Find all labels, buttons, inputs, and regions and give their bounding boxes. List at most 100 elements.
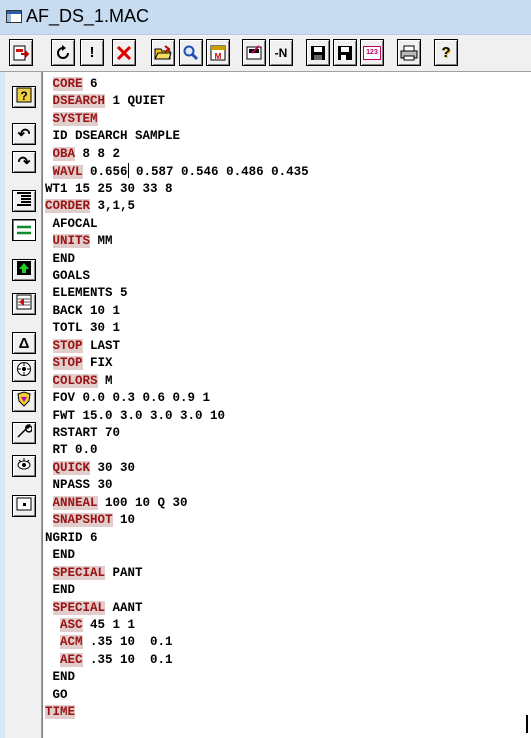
code-line[interactable]: COLORS M xyxy=(45,373,113,390)
view-button[interactable] xyxy=(12,455,36,477)
target-icon xyxy=(16,361,32,381)
code-line[interactable]: RT 0.0 xyxy=(45,442,98,459)
undo-button[interactable]: ↶ xyxy=(12,123,36,145)
code-line[interactable]: GO xyxy=(45,687,68,704)
code-line[interactable]: UNITS MM xyxy=(45,233,113,250)
code-line[interactable]: TIME xyxy=(45,704,76,721)
code-line[interactable]: ANNEAL 100 10 Q 30 xyxy=(45,495,188,512)
code-line[interactable]: STOP LAST xyxy=(45,338,120,355)
delta-button[interactable]: Δ xyxy=(12,332,36,354)
command-keyword: AEC xyxy=(60,652,83,667)
code-line[interactable]: GOALS xyxy=(45,268,91,285)
code-line[interactable]: ACM .35 10 0.1 xyxy=(45,634,173,651)
up-arrow-icon xyxy=(16,260,32,280)
save-button[interactable] xyxy=(306,39,330,66)
code-line[interactable]: WT1 15 25 30 33 8 xyxy=(45,181,173,198)
negate-button[interactable]: -N xyxy=(269,39,293,66)
refresh-icon xyxy=(54,44,72,62)
code-line[interactable]: FOV 0.0 0.3 0.6 0.9 1 xyxy=(45,390,211,407)
line-text: 30 30 xyxy=(90,460,136,475)
exclamation-icon: ! xyxy=(89,44,95,61)
code-line[interactable]: ASC 45 1 1 xyxy=(45,617,135,634)
code-line[interactable]: AFOCAL xyxy=(45,216,98,233)
exclamation-button[interactable]: ! xyxy=(80,39,104,66)
redo-button[interactable]: ↷ xyxy=(12,151,36,173)
code-line[interactable]: ID DSEARCH SAMPLE xyxy=(45,128,181,145)
shield-button[interactable] xyxy=(12,390,36,412)
code-line[interactable]: BACK 10 1 xyxy=(45,303,121,320)
window-icon[interactable] xyxy=(6,10,22,23)
command-keyword: OBA xyxy=(52,146,76,161)
code-line[interactable]: FWT 15.0 3.0 3.0 3.0 10 xyxy=(45,408,226,425)
code-line[interactable]: ELEMENTS 5 xyxy=(45,285,128,302)
close-red-x-icon xyxy=(115,44,133,62)
search-button[interactable] xyxy=(179,39,203,66)
line-text: TOTL 30 1 xyxy=(52,321,121,336)
outdent-button[interactable] xyxy=(12,219,36,241)
code-line[interactable]: END xyxy=(45,582,76,599)
line-text: RT 0.0 xyxy=(52,443,98,458)
stop-button[interactable] xyxy=(112,39,136,66)
code-line[interactable]: CORE 6 xyxy=(45,76,98,93)
indent-button[interactable] xyxy=(12,190,36,212)
code-line[interactable]: WAVL 0.656 0.587 0.546 0.486 0.435 xyxy=(45,163,309,180)
code-line[interactable]: NGRID 6 xyxy=(45,530,98,547)
code-line[interactable]: END xyxy=(45,669,76,686)
open-button[interactable] xyxy=(151,39,175,66)
save-as-button[interactable] xyxy=(333,39,357,66)
transfer-button[interactable] xyxy=(12,293,36,315)
move-up-button[interactable] xyxy=(12,259,36,281)
code-line[interactable]: CORDER 3,1,5 xyxy=(45,198,135,215)
resize-grip[interactable] xyxy=(526,715,528,733)
line-text: END xyxy=(52,548,76,563)
code-line[interactable]: SPECIAL PANT xyxy=(45,565,143,582)
code-line[interactable]: TOTL 30 1 xyxy=(45,320,121,337)
macro-editor[interactable]: CORE 6 DSEARCH 1 QUIET SYSTEM ID DSEARCH… xyxy=(42,72,531,738)
line-text: M xyxy=(97,373,113,388)
sidebar-help-button[interactable]: ? xyxy=(12,86,36,108)
code-line[interactable]: DSEARCH 1 QUIET xyxy=(45,93,165,110)
print-button[interactable] xyxy=(397,39,421,66)
code-line[interactable]: AEC .35 10 0.1 xyxy=(45,652,173,669)
exit-icon xyxy=(13,45,29,61)
line-text: GOALS xyxy=(52,268,91,283)
wrench-button[interactable] xyxy=(12,422,36,444)
code-line[interactable]: END xyxy=(45,547,76,564)
code-line[interactable]: RSTART 70 xyxy=(45,425,121,442)
number-button[interactable]: 123 xyxy=(360,39,384,66)
code-line[interactable]: SYSTEM xyxy=(45,111,98,128)
command-keyword: SPECIAL xyxy=(52,600,106,615)
code-line[interactable]: SNAPSHOT 10 xyxy=(45,512,135,529)
line-text: BACK 10 1 xyxy=(52,303,121,318)
code-line[interactable]: NPASS 30 xyxy=(45,477,113,494)
code-line[interactable]: END xyxy=(45,251,76,268)
help-button[interactable]: ? xyxy=(434,39,458,66)
line-text: FIX xyxy=(82,356,113,371)
edit-button[interactable] xyxy=(242,39,266,66)
target-button[interactable] xyxy=(12,360,36,382)
number-icon: 123 xyxy=(363,45,381,60)
code-line[interactable]: STOP FIX xyxy=(45,355,113,372)
window-button[interactable] xyxy=(12,495,36,517)
code-line[interactable]: SPECIAL AANT xyxy=(45,600,143,617)
line-text: FWT 15.0 3.0 3.0 3.0 10 xyxy=(52,408,226,423)
refresh-button[interactable] xyxy=(51,39,75,66)
indent-icon xyxy=(16,192,32,210)
exit-button[interactable] xyxy=(9,39,33,66)
line-text: 3,1,5 xyxy=(90,199,136,214)
line-text: 0.587 0.546 0.486 0.435 xyxy=(128,165,309,180)
macro-button[interactable]: M xyxy=(206,39,230,66)
line-text: 1 QUIET xyxy=(105,94,166,109)
code-line[interactable]: OBA 8 8 2 xyxy=(45,146,120,163)
code-line[interactable]: QUICK 30 30 xyxy=(45,460,135,477)
